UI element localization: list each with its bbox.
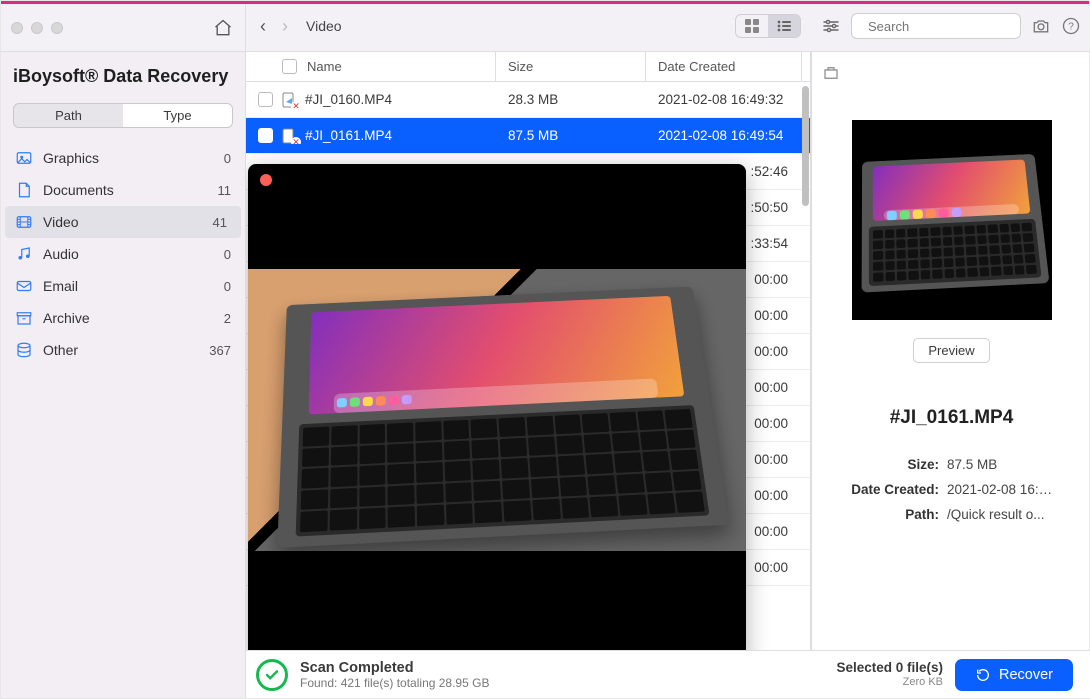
col-date[interactable]: Date Created <box>646 52 802 81</box>
segment-type[interactable]: Type <box>123 104 232 127</box>
file-name: #JI_0161.MP4 <box>305 128 392 143</box>
sidebar-item-archive[interactable]: Archive 2 <box>1 302 245 334</box>
segment-path[interactable]: Path <box>14 104 123 127</box>
sidebar-item-graphics[interactable]: Graphics 0 <box>1 142 245 174</box>
col-size[interactable]: Size <box>496 52 646 81</box>
file-icon <box>281 92 297 108</box>
file-name: #JI_0160.MP4 <box>305 92 392 107</box>
file-icon <box>281 128 297 144</box>
sidebar-item-count: 41 <box>213 215 227 230</box>
svg-text:?: ? <box>1068 21 1074 32</box>
table-row[interactable]: #JI_0161.MP4 87.5 MB2021-02-08 16:49:54 <box>246 118 810 154</box>
detail-meta: Size:87.5 MB Date Created:2021-02-08 16:… <box>828 457 1075 522</box>
selection-summary: Selected 0 file(s) Zero KB <box>836 660 943 688</box>
file-date: 2021-02-08 16:49:32 <box>646 92 802 107</box>
search-field[interactable] <box>851 13 1021 39</box>
sidebar-item-count: 11 <box>218 183 232 198</box>
refresh-icon <box>975 667 991 683</box>
row-checkbox[interactable] <box>258 92 273 107</box>
nav-forward-button[interactable]: › <box>282 16 288 37</box>
sidebar-item-count: 367 <box>209 343 231 358</box>
home-button[interactable] <box>211 16 235 40</box>
table-row[interactable]: #JI_0160.MP4 28.3 MB2021-02-08 16:49:32 <box>246 82 810 118</box>
window-traffic-lights[interactable] <box>11 22 63 34</box>
filter-button[interactable] <box>821 14 841 38</box>
scan-complete-icon <box>256 659 288 691</box>
sidebar-item-documents[interactable]: Documents 11 <box>1 174 245 206</box>
sidebar-item-label: Documents <box>43 182 114 198</box>
view-mode-toggle[interactable] <box>735 14 801 38</box>
breadcrumb: Video <box>306 18 342 34</box>
sidebar-item-count: 0 <box>224 151 231 166</box>
nav-back-button[interactable]: ‹ <box>260 16 266 37</box>
list-view-icon[interactable] <box>768 15 800 37</box>
camera-button[interactable] <box>1031 14 1051 38</box>
preview-thumbnail <box>852 120 1052 320</box>
close-icon[interactable] <box>260 174 272 186</box>
sidebar-item-audio[interactable]: Audio 0 <box>1 238 245 270</box>
sidebar-item-count: 2 <box>224 311 231 326</box>
popout-icon[interactable] <box>822 64 840 87</box>
sidebar-item-email[interactable]: Email 0 <box>1 270 245 302</box>
sidebar-item-label: Graphics <box>43 150 99 166</box>
col-name[interactable]: Name <box>307 59 342 74</box>
sidebar-item-label: Archive <box>43 310 90 326</box>
file-size: 87.5 MB <box>496 128 646 143</box>
select-all-checkbox[interactable] <box>282 59 297 74</box>
sidebar-item-video[interactable]: Video 41 <box>5 206 241 238</box>
file-size: 28.3 MB <box>496 92 646 107</box>
help-button[interactable]: ? <box>1061 14 1081 38</box>
sidebar-item-label: Audio <box>43 246 79 262</box>
grid-view-icon[interactable] <box>736 15 768 37</box>
accent-strip <box>1 1 1089 4</box>
video-preview-popup[interactable] <box>248 164 746 650</box>
recover-button[interactable]: Recover <box>955 659 1073 691</box>
app-title: iBoysoft® Data Recovery <box>1 52 245 93</box>
video-frame <box>248 269 746 551</box>
scan-status: Scan Completed Found: 421 file(s) totali… <box>300 660 489 690</box>
search-input[interactable] <box>866 18 1046 35</box>
scrollbar[interactable] <box>802 82 810 650</box>
file-date: 2021-02-08 16:49:54 <box>646 128 802 143</box>
row-checkbox[interactable] <box>258 128 273 143</box>
path-type-segmented[interactable]: Path Type <box>13 103 233 128</box>
table-header: Name Size Date Created <box>246 52 810 82</box>
sidebar-item-label: Email <box>43 278 78 294</box>
sidebar-item-label: Video <box>43 214 79 230</box>
sidebar-item-count: 0 <box>224 279 231 294</box>
sidebar-item-label: Other <box>43 342 78 358</box>
sidebar-item-count: 0 <box>224 247 231 262</box>
detail-filename: #JI_0161.MP4 <box>890 407 1014 429</box>
sidebar-item-other[interactable]: Other 367 <box>1 334 245 366</box>
preview-button[interactable]: Preview <box>913 338 989 363</box>
